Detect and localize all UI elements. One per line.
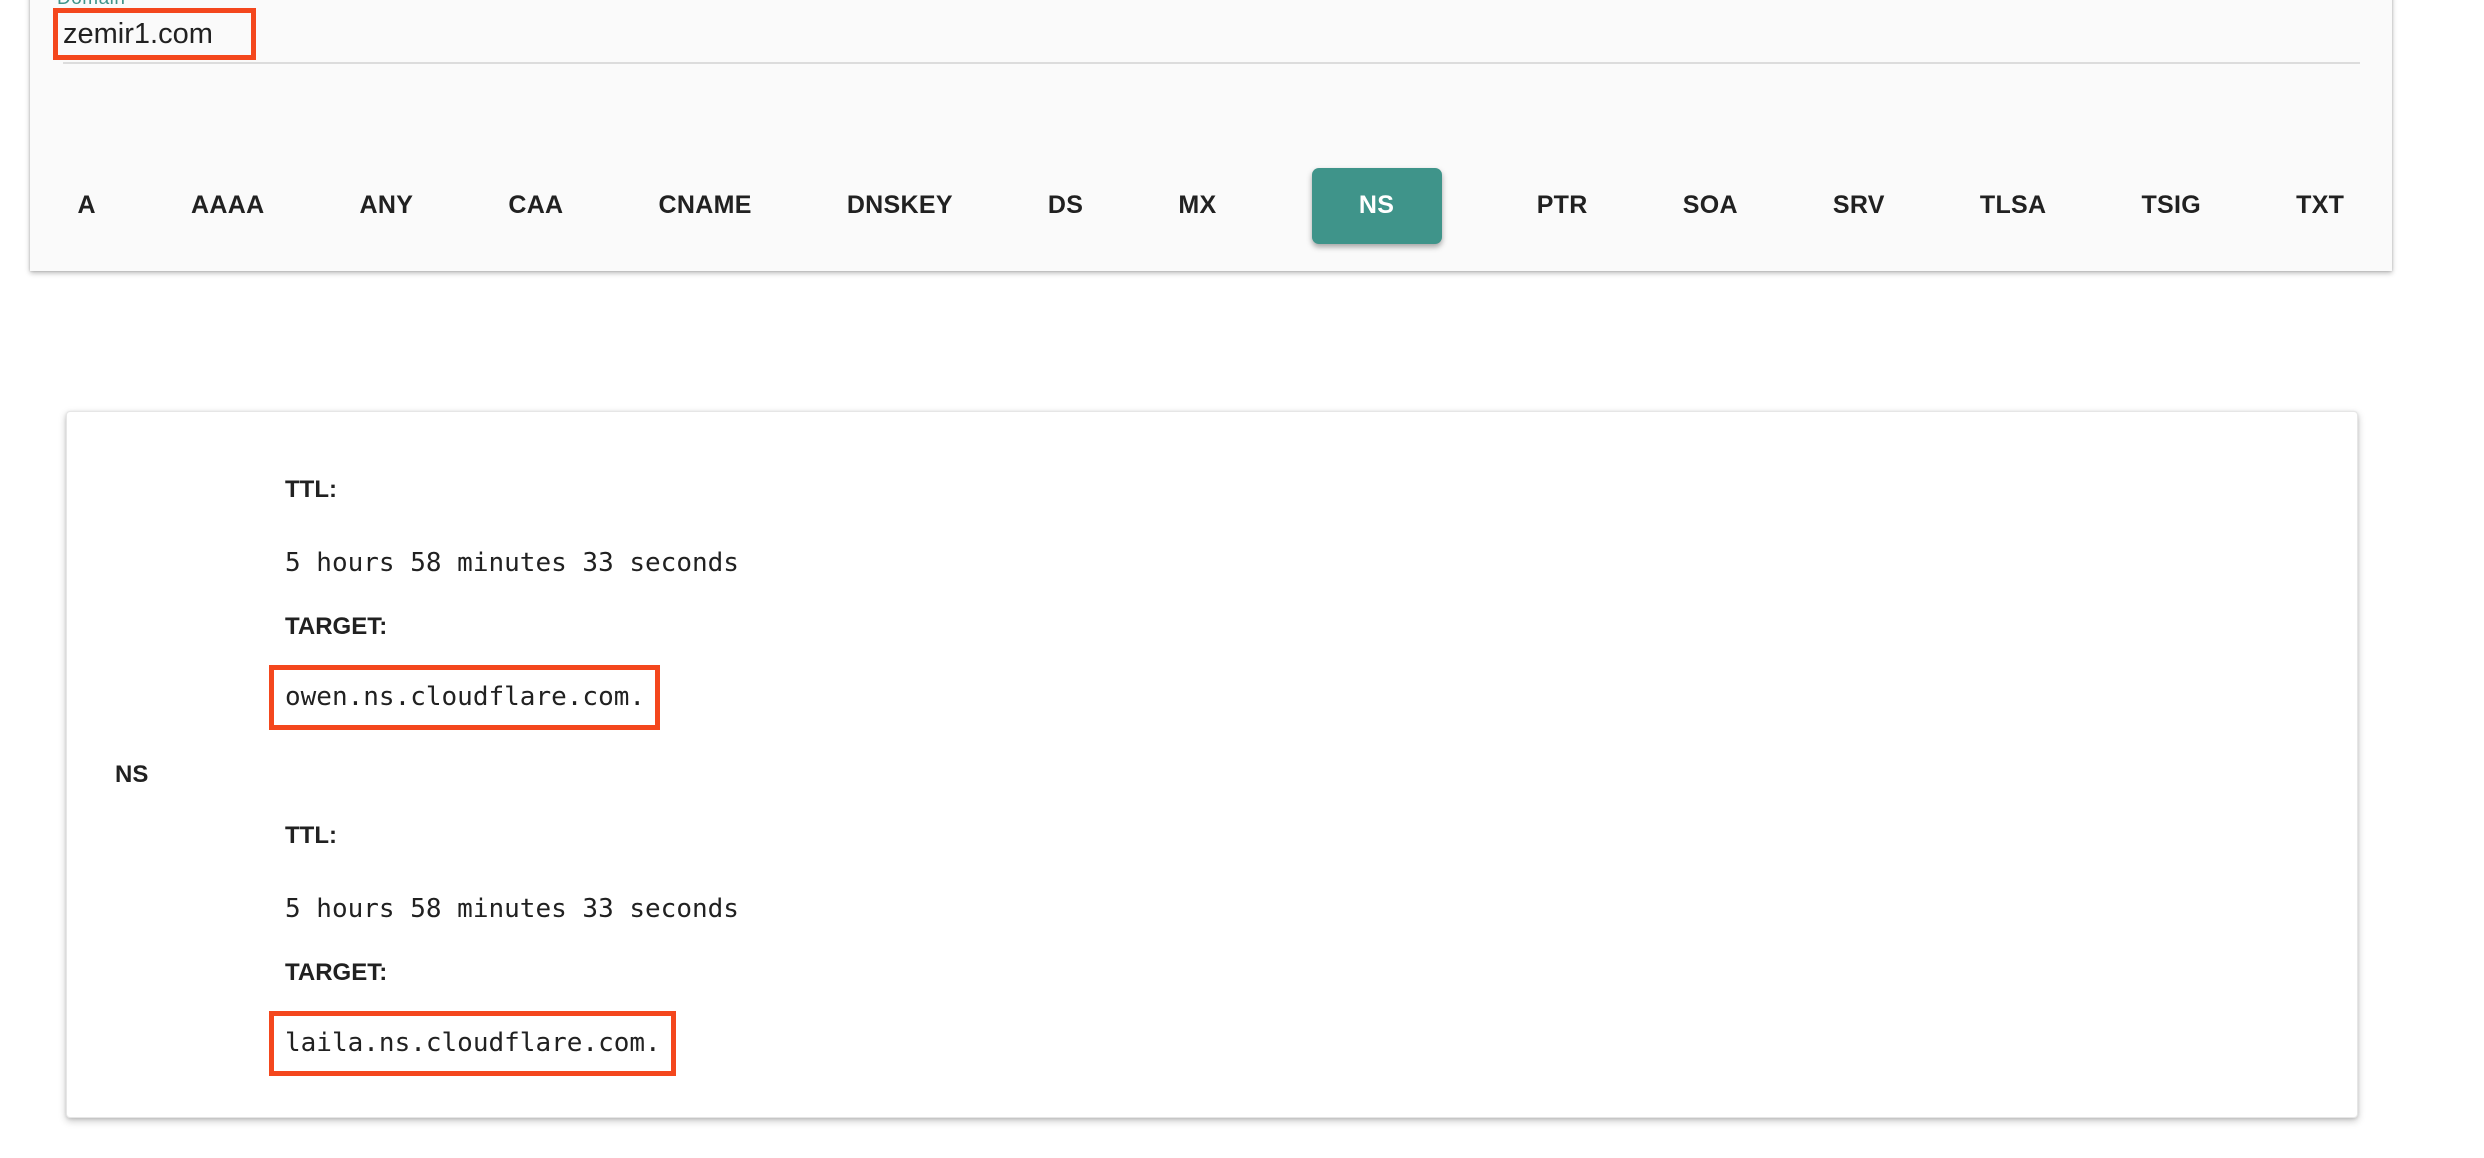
record-group: TTL: 5 hours 58 minutes 33 seconds TARGE… [285,478,2317,730]
tab-ds[interactable]: DS [1048,191,1083,220]
tab-ptr[interactable]: PTR [1537,191,1588,220]
records-column: TTL: 5 hours 58 minutes 33 seconds TARGE… [285,478,2317,1072]
tab-srv[interactable]: SRV [1833,191,1885,220]
input-highlight-box: zemir1.com [53,8,256,60]
tab-a[interactable]: A [78,191,96,220]
tab-dnskey[interactable]: DNSKEY [847,191,953,220]
query-panel: Domain zemir1.com A AAAA ANY CAA CNAME D… [30,0,2392,271]
target-highlight-box: owen.ns.cloudflare.com. [269,665,660,730]
tab-mx[interactable]: MX [1178,191,1216,220]
target-label: TARGET: [285,615,2317,639]
record-type-column: NS [115,478,285,1072]
record-type-label: NS [115,763,148,787]
ttl-label: TTL: [285,824,2317,848]
tab-cname[interactable]: CNAME [659,191,752,220]
tab-txt[interactable]: TXT [2296,191,2344,220]
tab-any[interactable]: ANY [360,191,414,220]
tab-ns-selected[interactable]: NS [1312,168,1442,244]
target-value: owen.ns.cloudflare.com. [285,682,645,712]
domain-input[interactable]: zemir1.com [63,13,363,55]
target-value: laila.ns.cloudflare.com. [285,1028,661,1058]
record-type-tabs: A AAAA ANY CAA CNAME DNSKEY DS MX NS PTR… [30,169,2392,242]
input-underline [63,62,2360,64]
tab-soa[interactable]: SOA [1683,191,1738,220]
ttl-value: 5 hours 58 minutes 33 seconds [285,894,2317,925]
tab-caa[interactable]: CAA [508,191,563,220]
target-highlight-box: laila.ns.cloudflare.com. [269,1011,676,1076]
ttl-value: 5 hours 58 minutes 33 seconds [285,548,2317,579]
tab-tsig[interactable]: TSIG [2141,191,2201,220]
record-group: TTL: 5 hours 58 minutes 33 seconds TARGE… [285,824,2317,1076]
tab-tlsa[interactable]: TLSA [1980,191,2046,220]
tab-aaaa[interactable]: AAAA [191,191,264,220]
results-card: NS TTL: 5 hours 58 minutes 33 seconds TA… [66,411,2358,1118]
ttl-label: TTL: [285,478,2317,502]
target-label: TARGET: [285,961,2317,985]
